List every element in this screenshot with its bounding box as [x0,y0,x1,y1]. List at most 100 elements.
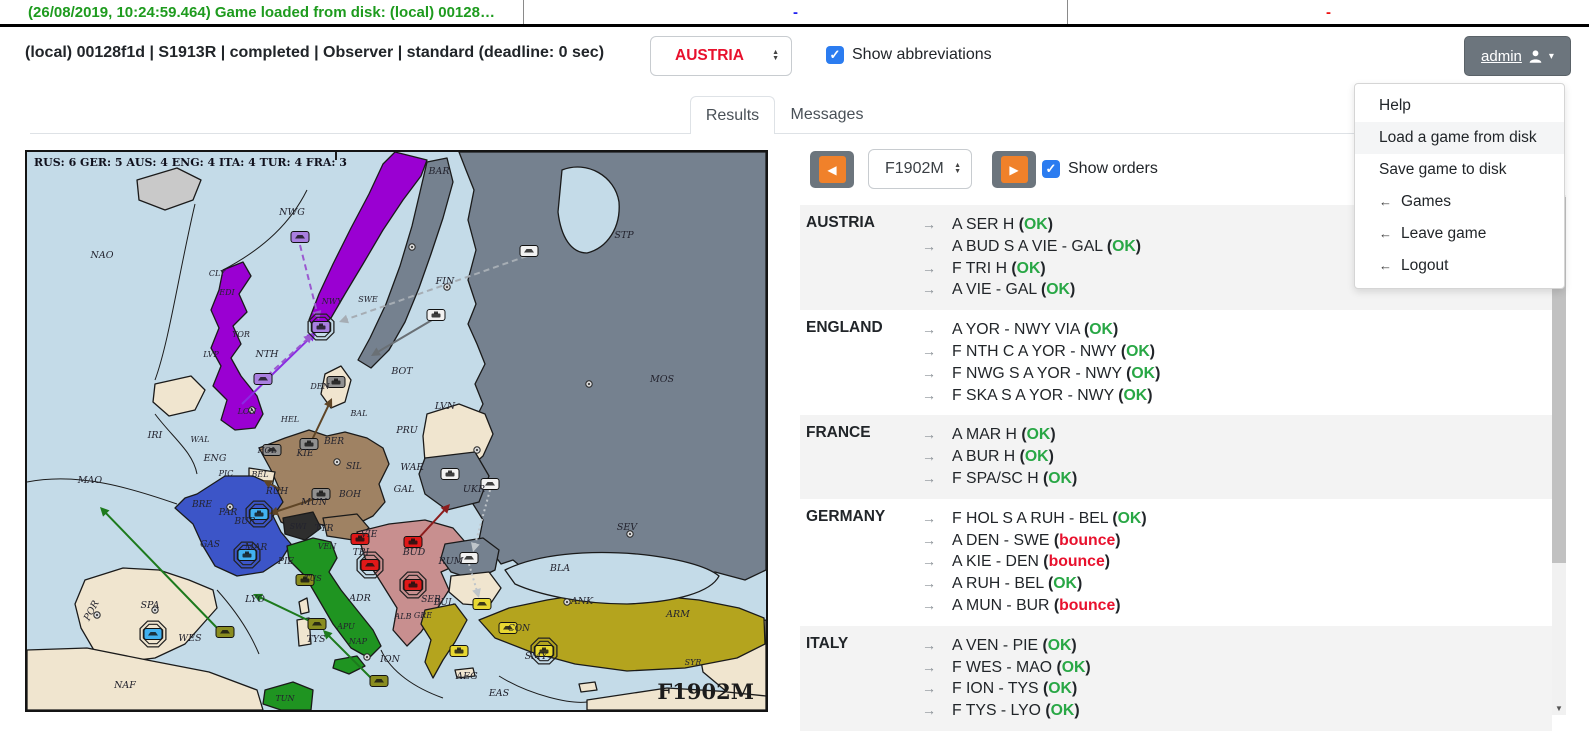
menu-item-leave-game[interactable]: ←Leave game [1355,218,1564,250]
check-icon: ✓ [830,47,841,63]
order-result: OK [1118,510,1142,527]
order-row: →A RUH - BEL (OK) [922,573,1552,595]
order-arrow-icon: → [922,678,952,699]
order-arrow-icon: → [922,700,952,721]
map-region-label: SEV [617,522,638,533]
back-arrow-icon: ← [1379,258,1392,273]
map-region-label: NWY [321,297,343,306]
show-orders-checkbox[interactable]: ✓ [1042,160,1060,178]
order-result: OK [1024,216,1048,233]
order-arrow-icon: → [922,635,952,656]
order-row: →F WES - MAO (OK) [922,657,1552,679]
status-middle: - [524,0,1068,24]
order-arrow-icon: → [922,319,952,340]
power-name: GERMANY [800,508,922,617]
map-region-label: SPA [141,600,160,611]
select-arrows-icon: ▲▼ [954,163,961,175]
map-region-label: FIN [435,276,455,287]
order-result: bounce [1049,553,1105,570]
map-region-label: HOL [257,446,277,455]
map-region-label: UKR [463,484,485,495]
order-result: OK [1123,387,1147,404]
phase-select[interactable]: F1902M ▲▼ [868,149,972,189]
map-region-label: BAR [428,166,450,177]
user-menu-button[interactable]: admin ▾ [1464,36,1571,76]
region-cyprus [579,682,597,692]
map-svg: BARNWGNAOSTPFINNWYSWEMOSNTHBOTLVNDENHELB… [27,152,766,710]
order-row: →F NTH C A YOR - NWY (OK) [922,341,1552,363]
order-arrow-icon: → [922,363,952,384]
status-bar: (26/08/2019, 10:24:59.464) Game loaded f… [0,0,1589,27]
map-region-label: HEL [280,415,299,424]
order-arrow-icon: → [922,530,952,551]
user-icon [1528,49,1543,64]
order-arrow-icon: → [922,236,952,257]
order-result: OK [1053,575,1077,592]
order-arrow-icon: → [922,468,952,489]
menu-item-load-a-game-from-disk[interactable]: Load a game from disk [1355,122,1564,154]
power-select[interactable]: AUSTRIA ▲▼ [650,36,792,76]
unit-marker-ru-army [441,469,459,480]
show-abbreviations-checkbox[interactable]: ✓ [826,46,844,64]
tab-messages[interactable]: Messages [775,96,879,134]
map-region-label: RUH [265,487,288,497]
map-region-label: NAP [348,637,368,646]
next-phase-button[interactable]: ▶ [992,151,1036,188]
unit-marker-it-fleet [308,619,326,630]
power-select-value: AUSTRIA [675,47,772,65]
map-region-label: ARM [665,609,690,620]
show-abbreviations-label[interactable]: Show abbreviations [852,46,992,64]
order-arrow-icon: → [922,551,952,572]
map-phase-label: F1902M [657,679,754,704]
power-name: AUSTRIA [800,214,922,301]
map-region-label: WAR [400,462,423,473]
map-region-label: GAL [394,484,415,495]
map-region-label: STP [614,230,634,241]
map-region-label: SMY [525,651,549,662]
back-arrow-icon: ← [1379,226,1392,241]
map-region-label: DEN [309,382,330,391]
map-region-label: ADR [348,593,371,604]
map-region-label: GAS [200,540,220,550]
username: admin [1481,48,1522,65]
unit-marker-tu-fleet [473,599,491,610]
map-region-label: MAO [77,475,103,486]
order-arrow-icon: → [922,595,952,616]
order-arrow-icon: → [922,446,952,467]
map-region-label: MOS [649,374,675,385]
results-section-germany: GERMANY→F HOL S A RUH - BEL (OK)→A DEN -… [800,499,1552,626]
menu-item-games[interactable]: ←Games [1355,186,1564,218]
game-map[interactable]: RUS: 6 GER: 5 AUS: 4 ENG: 4 ITA: 4 TUR: … [25,150,768,712]
previous-phase-button[interactable]: ◀ [810,151,854,188]
menu-item-save-game-to-disk[interactable]: Save game to disk [1355,154,1564,186]
map-region-label: BRE [191,500,212,510]
unit-marker-it-fleet [370,676,388,687]
menu-item-logout[interactable]: ←Logout [1355,250,1564,282]
map-region-label: WAL [191,435,210,444]
order-row: →A VEN - PIE (OK) [922,635,1552,657]
map-region-label: ALB [394,612,412,621]
menu-item-help[interactable]: Help [1355,90,1564,122]
map-region-label: SIL [346,462,362,472]
scrollbar-down-icon[interactable]: ▼ [1552,704,1566,713]
unit-marker-ge-army [327,377,345,388]
unit-marker-tu-army [450,646,468,657]
order-arrow-icon: → [922,508,952,529]
map-region-label: GRE [414,611,432,620]
map-region-label: BAL [350,409,368,418]
show-orders-label[interactable]: Show orders [1068,160,1158,178]
map-region-label: SWI [290,522,308,531]
unit-marker-ru-army [427,310,445,321]
order-row: →A BUR H (OK) [922,446,1552,468]
select-arrows-icon: ▲▼ [772,50,779,62]
unit-marker-ge-army [300,439,318,450]
order-result: OK [1046,281,1070,298]
order-row: →F SPA/SC H (OK) [922,468,1552,490]
map-region-label: NAF [113,680,136,691]
user-menu: HelpLoad a game from diskSave game to di… [1354,83,1565,289]
tab-results[interactable]: Results [690,96,775,134]
order-result: OK [1051,702,1075,719]
map-region-label: ANK [570,596,594,607]
map-region-label: SWE [358,295,378,304]
next-icon: ▶ [1001,156,1028,183]
